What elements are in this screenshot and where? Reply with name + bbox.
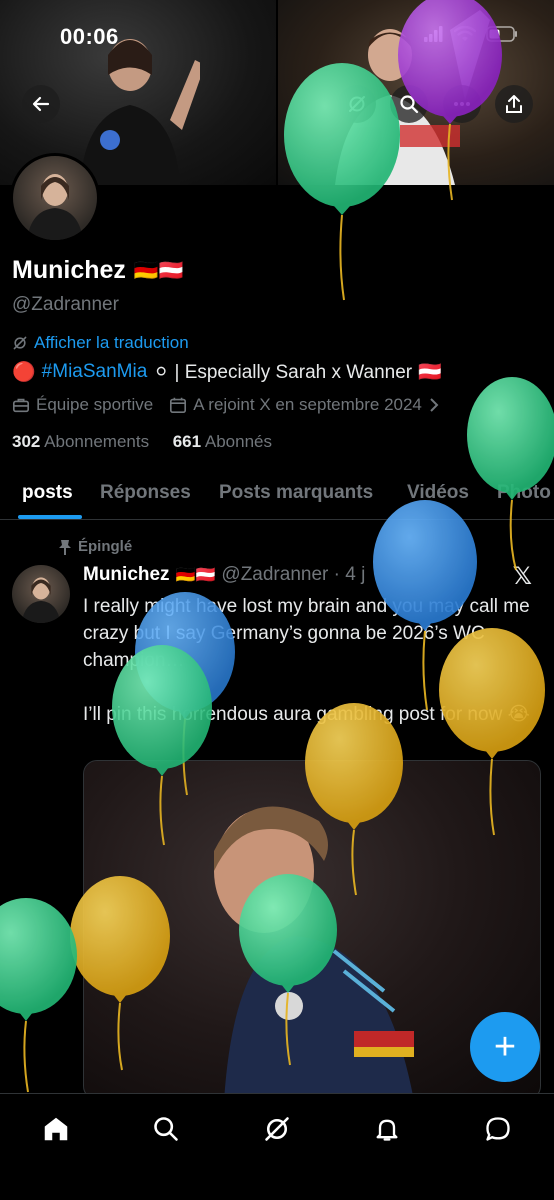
post-text-paragraph-1: I really might have lost my brain and yo…: [83, 596, 530, 671]
post-text-paragraph-2: I’ll pin this horrendous aura gambling p…: [83, 704, 530, 725]
post-author-name[interactable]: Munichez: [83, 564, 170, 586]
profile-joined: A rejoint X en septembre 2024: [193, 395, 422, 414]
tab-photos[interactable]: Photo: [497, 482, 551, 504]
nav-home[interactable]: [39, 1112, 73, 1146]
bell-icon: [376, 1119, 398, 1141]
bio-hashtag-link[interactable]: #MiaSanMia: [42, 361, 148, 383]
grok-icon: [265, 1117, 289, 1141]
battery-icon: [486, 26, 517, 42]
tab-videos[interactable]: Vidéos: [407, 482, 469, 504]
following-count: 302: [12, 432, 41, 451]
tab-highlights[interactable]: Posts marquants: [219, 482, 373, 504]
back-button[interactable]: [22, 85, 60, 123]
balloon-green-5: [0, 898, 77, 1093]
x-logo-icon: 𝕏: [512, 563, 532, 590]
translate-link[interactable]: Afficher la traduction: [12, 333, 189, 353]
search-icon: [400, 95, 419, 114]
grok-button[interactable]: [338, 85, 376, 123]
tab-replies[interactable]: Réponses: [100, 482, 191, 504]
pinned-text: Épinglé: [78, 538, 133, 555]
profile-handle: @Zadranner: [12, 294, 119, 315]
profile-display-name: Munichez 🇩🇪🇦🇹: [12, 256, 184, 285]
compose-post-button[interactable]: +: [470, 1012, 540, 1082]
status-icons: [424, 26, 518, 42]
profile-category: Équipe sportive: [36, 395, 154, 414]
more-button[interactable]: [443, 85, 481, 123]
search-button[interactable]: [390, 85, 428, 123]
post-avatar[interactable]: [12, 565, 70, 623]
profile-avatar[interactable]: [10, 153, 100, 243]
bio-red-circle: 🔴: [12, 362, 36, 383]
bottom-navigation: [0, 1093, 554, 1200]
cellular-signal-icon: [424, 26, 443, 42]
following-link[interactable]: 302 Abonnements: [12, 432, 149, 451]
avatar-image: [27, 174, 83, 240]
post-header: Munichez 🇩🇪🇦🇹 @Zadranner · 4 j: [83, 564, 365, 586]
profile-name-flags: 🇩🇪🇦🇹: [133, 260, 184, 282]
post-avatar-image: [21, 577, 61, 623]
plus-icon: +: [493, 1025, 517, 1068]
follow-stats: 302 Abonnements 661 Abonnés: [12, 432, 272, 452]
share-icon: [506, 95, 522, 113]
wifi-icon: [454, 26, 476, 41]
post-body: I really might have lost my brain and yo…: [83, 593, 543, 728]
share-button[interactable]: [495, 85, 533, 123]
chat-bubble-icon: [486, 1117, 510, 1141]
briefcase-icon: [12, 398, 30, 413]
profile-meta: Équipe sportive A rejoint X en septembre…: [12, 395, 440, 415]
following-label: Abonnements: [44, 432, 150, 451]
post-handle-time[interactable]: @Zadranner · 4 j: [221, 564, 365, 586]
pin-icon: [59, 539, 71, 555]
nav-grok[interactable]: [260, 1112, 294, 1146]
nav-search[interactable]: [149, 1112, 183, 1146]
translate-label: Afficher la traduction: [34, 333, 189, 352]
search-icon: [154, 1117, 178, 1141]
active-tab-indicator: [18, 515, 82, 519]
more-icon: [454, 102, 470, 106]
status-time: 00:06: [60, 24, 119, 49]
followers-link[interactable]: 661 Abonnés: [173, 432, 272, 451]
chevron-right-icon[interactable]: [428, 397, 440, 413]
bio-flag: 🇦🇹: [418, 362, 442, 383]
followers-label: Abonnés: [204, 432, 272, 451]
home-icon: [44, 1117, 68, 1141]
bio-text: ⚪ | Especially Sarah x Wanner: [153, 361, 413, 383]
profile-name-text: Munichez: [12, 256, 126, 284]
grok-icon: [349, 96, 365, 112]
nav-notifications[interactable]: [370, 1112, 404, 1146]
post-author-flags: 🇩🇪🇦🇹: [175, 567, 216, 584]
grok-icon: [13, 336, 27, 350]
profile-tabs: posts Réponses Posts marquants Vidéos Ph…: [0, 470, 554, 520]
followers-count: 661: [172, 432, 202, 451]
pinned-label: Épinglé: [58, 538, 132, 555]
back-arrow-icon: [32, 96, 50, 112]
nav-messages[interactable]: [481, 1112, 515, 1146]
profile-bio: 🔴 #MiaSanMia ⚪ | Especially Sarah x Wann…: [12, 360, 442, 384]
tab-posts[interactable]: posts: [22, 482, 73, 504]
calendar-icon: [170, 397, 187, 414]
status-bar: 00:06: [0, 0, 554, 70]
